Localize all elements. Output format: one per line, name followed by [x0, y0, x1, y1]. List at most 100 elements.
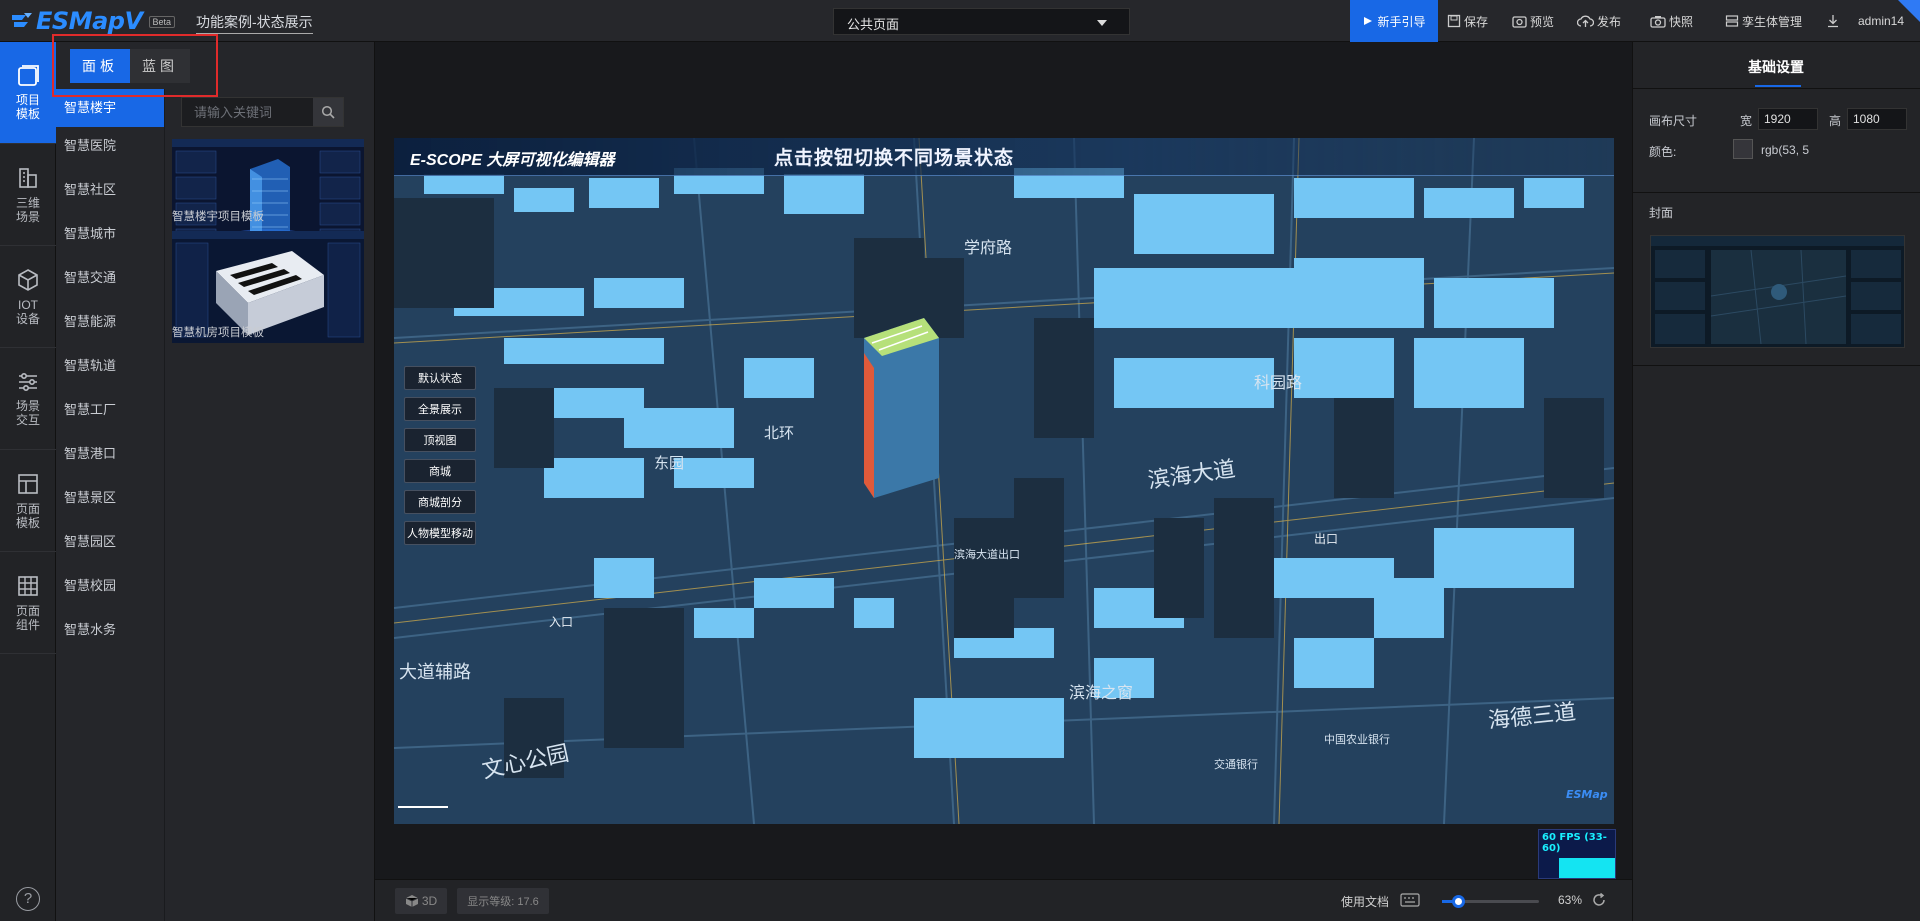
- left-nav: 项目 模板 三维 场景 IOT 设备 场景 交互 页面 模板 页面 组件 ?: [0, 42, 56, 921]
- tab-underline: [1755, 85, 1801, 87]
- highlight-box: [52, 34, 218, 97]
- canvas-width-input[interactable]: 1920: [1758, 108, 1818, 130]
- state-button-panorama[interactable]: 全景展示: [404, 397, 476, 421]
- state-button-mall[interactable]: 商城: [404, 459, 476, 483]
- state-button-default[interactable]: 默认状态: [404, 366, 476, 390]
- category-item[interactable]: 智慧水务: [56, 611, 164, 655]
- nav-project-template[interactable]: 项目 模板: [0, 42, 56, 144]
- map-label: 学府路: [964, 239, 1012, 257]
- building-icon: [19, 167, 37, 188]
- grid-icon: [18, 575, 38, 596]
- nav-3d-scene[interactable]: 三维 场景: [0, 144, 56, 246]
- color-value: rgb(53, 5: [1761, 143, 1810, 157]
- map-label: 北环: [764, 425, 794, 442]
- refresh-icon[interactable]: [1591, 892, 1607, 908]
- beta-badge: Beta: [148, 16, 176, 28]
- search-icon: [321, 105, 335, 119]
- keyboard-icon[interactable]: [1400, 893, 1420, 907]
- category-item[interactable]: 智慧能源: [56, 303, 164, 347]
- color-label: 颜色:: [1649, 145, 1677, 159]
- preview-button[interactable]: 预览: [1512, 0, 1554, 42]
- canvas-size-label: 画布尺寸: [1649, 114, 1698, 128]
- map-label: 中国农业银行: [1324, 732, 1390, 746]
- search-input[interactable]: [182, 98, 320, 126]
- canvas-height-input[interactable]: 1080: [1847, 108, 1907, 130]
- zoom-slider[interactable]: [1442, 895, 1539, 908]
- map-label: 出口: [1314, 532, 1338, 546]
- width-label: 宽: [1740, 114, 1753, 128]
- category-item[interactable]: 智慧港口: [56, 435, 164, 479]
- page-select[interactable]: 公共页面: [833, 8, 1130, 35]
- category-item[interactable]: 智慧医院: [56, 127, 164, 171]
- cover-image[interactable]: [1650, 235, 1905, 348]
- project-title[interactable]: 功能案例-状态展示: [196, 12, 313, 34]
- stage-header: E-SCOPE 大屏可视化编辑器 点击按钮切换不同场景状态: [394, 138, 1614, 176]
- preview-icon: [1512, 15, 1527, 28]
- zoom-slider-handle[interactable]: [1452, 895, 1465, 908]
- camera-icon: [1650, 15, 1666, 28]
- nav-page-component[interactable]: 页面 组件: [0, 552, 56, 654]
- page-select-value: 公共页面: [847, 17, 900, 32]
- map-label: 滨海之窗: [1069, 684, 1133, 702]
- category-item[interactable]: 智慧园区: [56, 523, 164, 567]
- search-button[interactable]: [313, 98, 343, 126]
- map-label: 大道辅路: [399, 662, 471, 682]
- category-item[interactable]: 智慧轨道: [56, 347, 164, 391]
- svg-text:ESMap: ESMap: [1566, 788, 1608, 801]
- chevron-down-icon: [1097, 20, 1107, 26]
- download-button[interactable]: [1826, 0, 1843, 42]
- state-button-mall-section[interactable]: 商城剖分: [404, 490, 476, 514]
- state-button-topview[interactable]: 顶视图: [404, 428, 476, 452]
- twin-icon: [1725, 15, 1739, 27]
- stage-title: 点击按钮切换不同场景状态: [774, 147, 1015, 169]
- bottom-bar: 3D 显示等级: 17.6 使用文档 63%: [375, 879, 1632, 921]
- twin-manage-button[interactable]: 孪生体管理: [1725, 0, 1802, 42]
- height-label: 高: [1829, 114, 1842, 128]
- map-label: 交通银行: [1214, 757, 1258, 771]
- template-panel: 面板 蓝图 智慧楼宇 智慧医院 智慧社区 智慧城市 智慧交通 智慧能源 智慧轨道…: [56, 42, 375, 921]
- nav-scene-interaction[interactable]: 场景 交互: [0, 348, 56, 450]
- 3d-toggle-button[interactable]: 3D: [395, 888, 447, 914]
- map-label: 科园路: [1254, 374, 1302, 392]
- doc-link[interactable]: 使用文档: [1341, 893, 1389, 910]
- fps-monitor: 60 FPS (33-60): [1538, 829, 1616, 879]
- map-label: 滨海大道出口: [954, 547, 1020, 561]
- canvas-stage[interactable]: 滨海大道 滨海大道出口 文心公园 大道辅路 入口 出口 科园路 海德三道 学府路…: [394, 138, 1614, 824]
- category-item[interactable]: 智慧交通: [56, 259, 164, 303]
- template-label: 智慧楼宇项目模板: [172, 211, 264, 223]
- nav-page-template[interactable]: 页面 模板: [0, 450, 56, 552]
- color-swatch[interactable]: [1733, 139, 1753, 159]
- state-button-group: 默认状态 全景展示 顶视图 商城 商城剖分 人物模型移动: [404, 366, 476, 552]
- cube-icon: [18, 268, 38, 291]
- sliders-icon: [19, 372, 37, 391]
- category-item[interactable]: 智慧城市: [56, 215, 164, 259]
- category-list: 智慧楼宇 智慧医院 智慧社区 智慧城市 智慧交通 智慧能源 智慧轨道 智慧工厂 …: [56, 89, 164, 655]
- divider: [1633, 88, 1920, 89]
- app-logo[interactable]: ESMapV Beta: [10, 7, 176, 35]
- state-button-character-move[interactable]: 人物模型移动: [404, 521, 476, 545]
- nav-iot-device[interactable]: IOT 设备: [0, 246, 56, 348]
- save-icon: [1447, 14, 1461, 28]
- guide-button[interactable]: 新手引导: [1350, 0, 1438, 42]
- map-label: 东园: [654, 455, 684, 472]
- corner-badge: [1898, 0, 1920, 22]
- save-button[interactable]: 保存: [1447, 0, 1488, 42]
- publish-button[interactable]: 发布: [1577, 0, 1621, 42]
- cover-label: 封面: [1649, 206, 1674, 220]
- category-item[interactable]: 智慧校园: [56, 567, 164, 611]
- cover-preview-image: [1651, 236, 1904, 347]
- settings-panel: 基础设置 画布尺寸 宽 1920 高 1080 颜色: rgb(53, 5 封面: [1632, 42, 1920, 921]
- display-level: 显示等级: 17.6: [457, 888, 549, 914]
- top-bar: ESMapV Beta 功能案例-状态展示 公共页面 新手引导 保存 预览 发布…: [0, 0, 1920, 42]
- logo-text: ESMapV: [36, 7, 143, 35]
- template-label: 智慧机房项目模板: [172, 327, 264, 339]
- map-scene: 滨海大道 滨海大道出口 文心公园 大道辅路 入口 出口 科园路 海德三道 学府路…: [394, 138, 1614, 824]
- category-item[interactable]: 智慧景区: [56, 479, 164, 523]
- category-item[interactable]: 智慧社区: [56, 171, 164, 215]
- zoom-value: 63%: [1558, 893, 1583, 907]
- help-icon[interactable]: ?: [16, 887, 40, 911]
- divider: [1633, 365, 1920, 366]
- category-item[interactable]: 智慧工厂: [56, 391, 164, 435]
- tab-basic-settings[interactable]: 基础设置: [1748, 57, 1804, 77]
- snapshot-button[interactable]: 快照: [1650, 0, 1693, 42]
